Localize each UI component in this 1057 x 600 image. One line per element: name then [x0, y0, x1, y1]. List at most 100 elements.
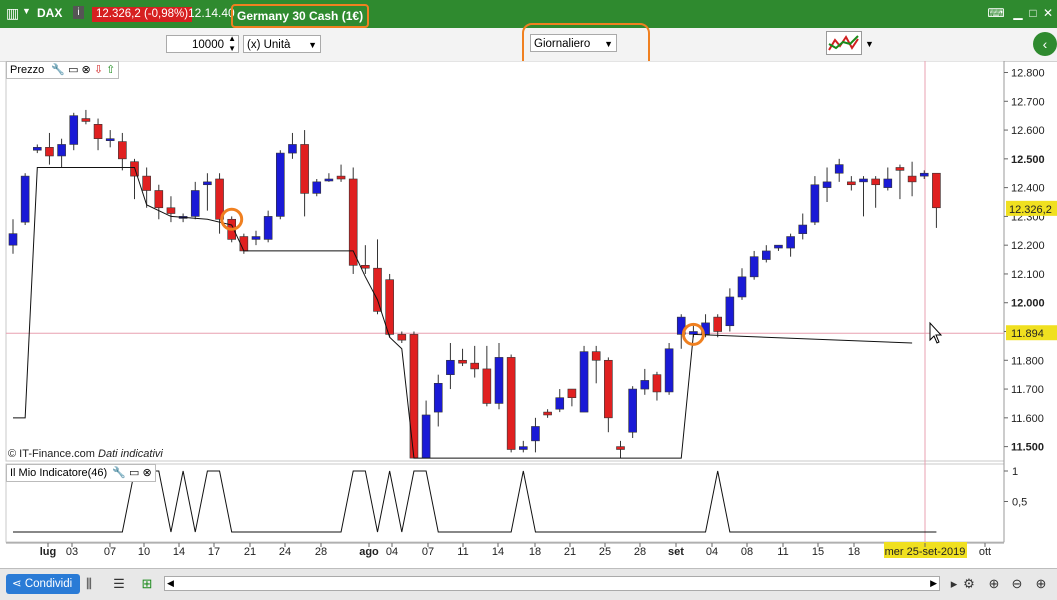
minimize-button[interactable]: ▁ — [1011, 6, 1025, 20]
collapse-panel-icon[interactable]: ‹ — [1033, 32, 1057, 56]
crosshair-price-label: 11.894 — [1011, 328, 1044, 340]
share-button[interactable]: ⋖ Condividi — [6, 574, 81, 594]
candle-body — [409, 334, 419, 459]
close-icon[interactable]: ⊗ — [143, 467, 152, 479]
candle-body — [664, 348, 674, 393]
x-tick-label: 11 — [457, 546, 468, 558]
candle-body — [555, 397, 565, 410]
wrench-icon[interactable]: 🔧 — [112, 467, 126, 479]
indicator-panel-header: Il Mio Indicatore(46) 🔧 ▭ ⊗ — [6, 464, 156, 482]
candle-body — [433, 383, 443, 413]
zoom-in-icon[interactable]: ⊕ — [1032, 575, 1050, 593]
candle-body — [834, 164, 844, 174]
list-icon[interactable]: ☰ — [110, 575, 128, 593]
y-tick-label: 12.800 — [1011, 68, 1045, 80]
x-tick-label: 18 — [848, 546, 860, 558]
x-tick-label: 07 — [422, 546, 434, 558]
zoom-out-icon[interactable]: ⊖ — [1008, 575, 1026, 593]
candle-body — [798, 224, 808, 234]
candle-body — [8, 233, 18, 246]
candle-body — [543, 411, 552, 416]
candle-body — [786, 236, 795, 249]
window-icon[interactable]: ▭ — [129, 467, 139, 479]
candle-body — [421, 414, 431, 459]
arrow-down-icon[interactable]: ⇩ — [94, 64, 103, 76]
y-tick-label: 12.400 — [1011, 183, 1045, 195]
y-tick-label: 11.700 — [1011, 384, 1044, 396]
chart-area[interactable]: 12.80012.70012.60012.50012.40012.30012.2… — [0, 61, 1057, 568]
candle-body — [458, 359, 467, 364]
candle-body — [761, 250, 771, 260]
candle-body — [32, 147, 42, 151]
candle-body — [263, 216, 273, 240]
keyboard-icon[interactable]: ⌨ — [986, 6, 1006, 20]
zoom-fit-icon[interactable]: ⊕ — [985, 575, 1003, 593]
horizontal-scrollbar[interactable]: ◀ ▶ — [164, 576, 940, 591]
x-tick-label: lug — [40, 546, 57, 558]
unit-value: (x) Unità — [247, 39, 291, 51]
indicators-button[interactable] — [826, 31, 862, 55]
candle-body — [774, 244, 783, 249]
candle-body — [470, 362, 480, 370]
candle-body — [57, 144, 66, 157]
candle-body — [324, 178, 334, 182]
maximize-button[interactable]: □ — [1026, 6, 1040, 20]
x-tick-label: mer 25-set-2019 — [885, 546, 966, 558]
candle-body — [822, 181, 832, 188]
unit-select[interactable]: (x) Unità ▼ — [243, 35, 321, 53]
chevron-down-icon[interactable]: ▼ — [865, 39, 874, 49]
x-tick-label: ott — [979, 546, 991, 558]
candle-body — [895, 167, 905, 171]
x-tick-label: 10 — [138, 546, 150, 558]
close-button[interactable]: ✕ — [1041, 6, 1055, 20]
candle-body — [482, 368, 492, 404]
candle-body — [312, 181, 322, 194]
info-icon[interactable]: i — [73, 6, 84, 19]
candle-body — [713, 316, 723, 332]
chevron-down-icon: ▼ — [308, 40, 317, 50]
window-icon[interactable]: ▭ — [68, 64, 78, 76]
x-tick-label: 24 — [279, 546, 291, 558]
candle-body — [81, 118, 91, 122]
candle-body — [725, 296, 735, 327]
close-icon[interactable]: ⊗ — [82, 64, 91, 76]
quantity-input[interactable]: 10000 ▲ ▼ — [166, 34, 239, 54]
x-tick-label: 08 — [741, 546, 753, 558]
scroll-left-icon[interactable]: ◀ — [167, 577, 174, 590]
indicator-chart-icon — [828, 35, 859, 51]
candle-body — [652, 374, 662, 393]
symbol-label[interactable]: DAX — [37, 6, 62, 20]
scroll-right-icon[interactable]: ▶ — [930, 577, 937, 590]
y-tick-label: 11.500 — [1011, 442, 1044, 454]
candle-body — [69, 115, 79, 145]
grid-icon[interactable]: ⊞ — [138, 575, 156, 593]
candle-body — [154, 190, 164, 209]
copyright: © IT-Finance.com Dati indicativi — [8, 448, 163, 460]
stepper-icon[interactable]: ▲ ▼ — [228, 34, 236, 54]
candle-body — [203, 181, 212, 186]
candle-body — [604, 359, 613, 419]
price-change-badge: 12.326,2 (-0,98%) — [92, 7, 193, 22]
candle-body — [847, 181, 856, 186]
candle-body — [640, 380, 650, 390]
dropdown-arrow-icon[interactable]: ▼ — [22, 6, 31, 16]
chart-settings-icon[interactable]: ⚙ — [960, 575, 978, 593]
chart-icon[interactable]: ▥ — [6, 5, 19, 22]
candle-body — [251, 236, 261, 240]
wrench-icon[interactable]: 🔧 — [51, 64, 65, 76]
y-tick-label: 12.100 — [1011, 269, 1045, 281]
candle-body — [518, 446, 528, 450]
x-tick-label: 25 — [599, 546, 611, 558]
x-tick-label: 17 — [208, 546, 220, 558]
candle-body — [494, 357, 504, 404]
last-price-label: 12.326,2 — [1009, 204, 1052, 216]
candles-icon[interactable]: ⫼ — [80, 575, 98, 593]
candle-body — [628, 388, 637, 433]
candle-body — [348, 178, 358, 266]
candle-body — [373, 267, 382, 312]
candle-body — [142, 175, 151, 191]
candle-body — [871, 178, 880, 186]
candle-body — [883, 178, 893, 188]
candle-body — [361, 265, 370, 269]
arrow-up-icon[interactable]: ⇧ — [106, 64, 115, 76]
